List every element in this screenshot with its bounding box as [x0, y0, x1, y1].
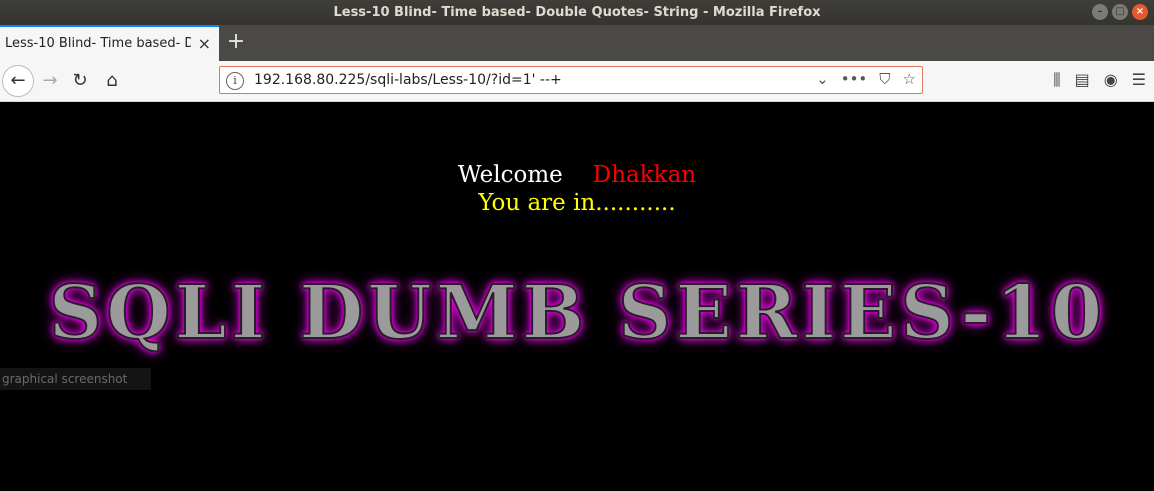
close-tab-icon[interactable]: ×	[198, 34, 211, 53]
url-bar-actions: ⌄ ••• ⛉ ☆	[816, 70, 916, 88]
toolbar-right: ⫼ ▤ ◉ ☰	[1053, 70, 1146, 90]
tooltip: graphical screenshot	[0, 368, 151, 390]
welcome-line: Welcome Dhakkan	[0, 162, 1154, 188]
welcome-text: Welcome	[457, 162, 563, 188]
tab-active[interactable]: Less-10 Blind- Time based- Double Quotes…	[0, 25, 219, 61]
pocket-icon[interactable]: ⛉	[879, 70, 890, 88]
sidebar-icon[interactable]: ▤	[1075, 70, 1090, 90]
tab-label: Less-10 Blind- Time based- Double Quotes…	[5, 36, 191, 51]
home-button[interactable]: ⌂	[98, 67, 126, 95]
username-text: Dhakkan	[592, 162, 697, 188]
url-bar[interactable]: i 192.168.80.225/sqli-labs/Less-10/?id=1…	[219, 66, 923, 94]
status-text: You are in...........	[478, 190, 676, 216]
banner-image: SQLI DUMB SERIES-10	[48, 269, 1107, 357]
menu-icon[interactable]: ☰	[1132, 70, 1146, 90]
minimize-button[interactable]: –	[1092, 4, 1108, 20]
info-icon[interactable]: i	[226, 72, 244, 90]
window-title: Less-10 Blind- Time based- Double Quotes…	[333, 5, 821, 20]
reload-button[interactable]: ↻	[66, 67, 94, 95]
close-window-button[interactable]: ×	[1132, 4, 1148, 20]
bookmark-star-icon[interactable]: ☆	[903, 70, 916, 88]
new-tab-button[interactable]: +	[219, 25, 253, 61]
library-icon[interactable]: ⫼	[1053, 70, 1060, 90]
window-title-bar: Less-10 Blind- Time based- Double Quotes…	[0, 0, 1154, 25]
url-text[interactable]: 192.168.80.225/sqli-labs/Less-10/?id=1' …	[254, 72, 562, 88]
forward-button[interactable]: →	[36, 67, 64, 95]
back-button[interactable]: ←	[2, 65, 34, 97]
maximize-button[interactable]: □	[1112, 4, 1128, 20]
account-icon[interactable]: ◉	[1104, 70, 1118, 90]
navigation-toolbar: ← → ↻ ⌂ i 192.168.80.225/sqli-labs/Less-…	[0, 61, 1154, 102]
chevron-down-icon[interactable]: ⌄	[816, 70, 829, 88]
window-controls: – □ ×	[1092, 4, 1148, 20]
tab-strip: Less-10 Blind- Time based- Double Quotes…	[0, 25, 1154, 61]
more-actions-icon[interactable]: •••	[841, 70, 868, 88]
page-content: Welcome Dhakkan You are in........... SQL…	[0, 102, 1154, 491]
